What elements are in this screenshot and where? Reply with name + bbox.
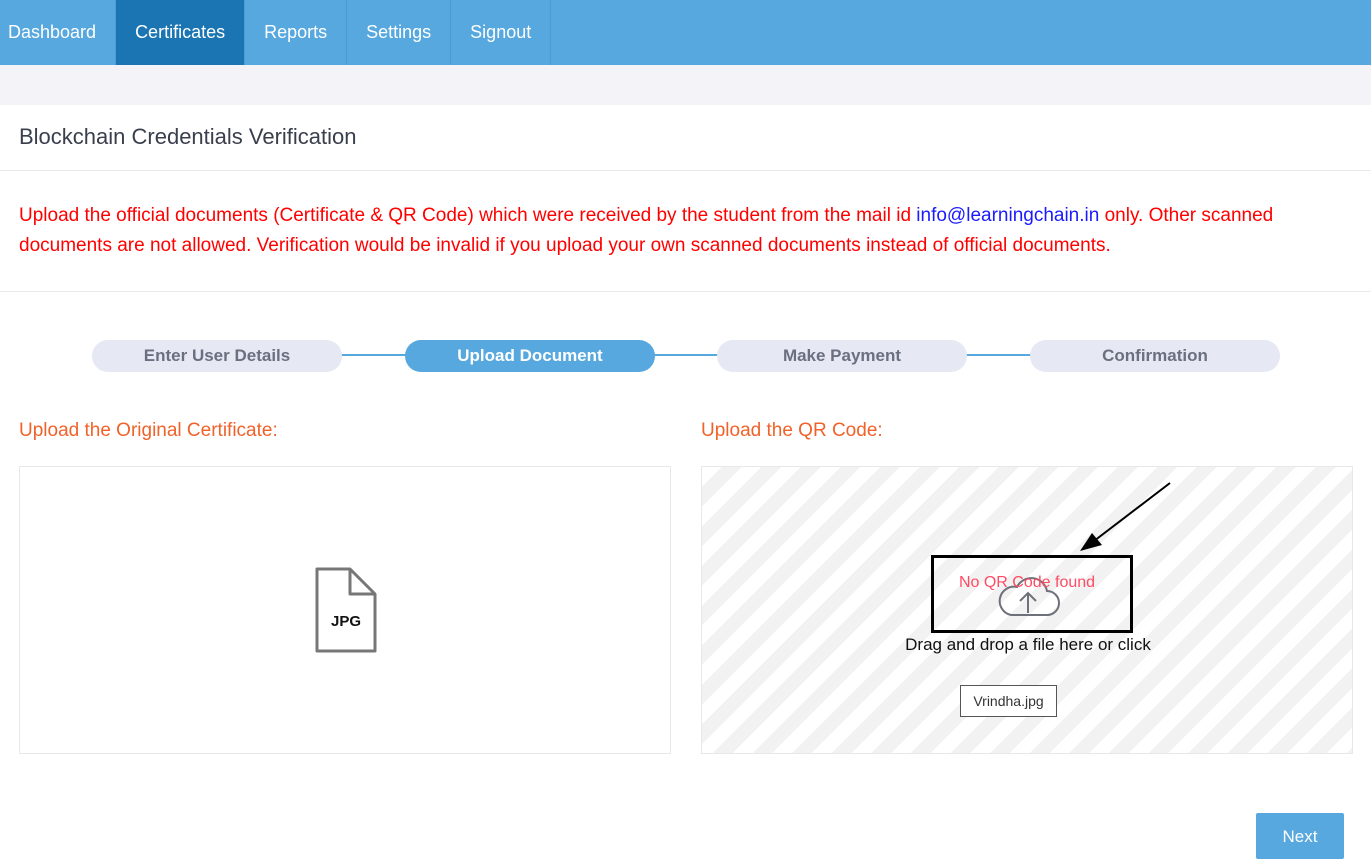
nav-reports[interactable]: Reports (245, 0, 348, 65)
divider (0, 170, 1371, 171)
nav-signout[interactable]: Signout (451, 0, 552, 65)
nav-certificates[interactable]: Certificates (116, 0, 246, 65)
dropzone-instructions: Drag and drop a file here or click (905, 635, 1151, 654)
step-connector (340, 354, 406, 356)
qr-upload-label: Upload the QR Code: (701, 420, 883, 441)
top-nav: Dashboard Certificates Reports Settings … (0, 0, 1371, 65)
step-confirmation[interactable]: Confirmation (1030, 340, 1280, 372)
upload-notice: Upload the official documents (Certifica… (19, 201, 1354, 261)
qr-dropzone[interactable]: No QR Code found Drag and drop a file he… (701, 466, 1353, 754)
notice-text-before: Upload the official documents (Certifica… (19, 205, 917, 226)
step-connector (966, 354, 1031, 356)
next-button[interactable]: Next (1256, 813, 1344, 859)
step-upload-document[interactable]: Upload Document (405, 340, 655, 372)
step-connector (654, 354, 718, 356)
divider (0, 291, 1371, 292)
certificate-upload-panel[interactable]: JPG (19, 466, 671, 754)
file-type-label: JPG (330, 613, 361, 630)
qr-error-message: No QR Code found (958, 574, 1096, 591)
arrow-annotation-icon (1080, 482, 1171, 551)
nav-settings[interactable]: Settings (347, 0, 452, 65)
step-enter-user-details[interactable]: Enter User Details (92, 340, 342, 372)
nav-dashboard[interactable]: Dashboard (0, 0, 117, 65)
uploaded-file-name[interactable]: Vrindha.jpg (960, 685, 1057, 717)
notice-email: info@learningchain.in (916, 205, 1100, 226)
file-icon (315, 567, 377, 653)
sub-header-bar (0, 65, 1371, 105)
page-title: Blockchain Credentials Verification (19, 124, 357, 149)
certificate-upload-label: Upload the Original Certificate: (19, 420, 278, 441)
step-make-payment[interactable]: Make Payment (717, 340, 967, 372)
